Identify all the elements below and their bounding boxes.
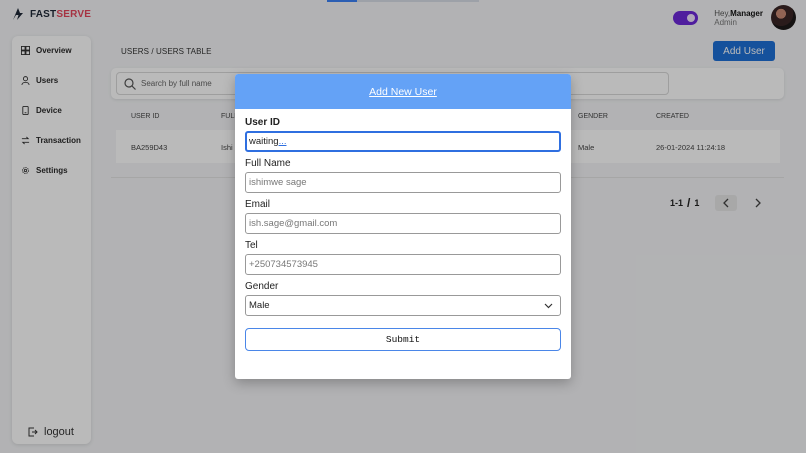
user-id-wrap: waiting... [245,131,561,152]
add-user-modal: Add New User User ID waiting... Full Nam… [235,74,571,379]
full-name-field[interactable] [245,172,561,193]
email-label: Email [245,199,271,210]
submit-button[interactable]: Submit [245,328,561,351]
gender-label: Gender [245,281,279,292]
email-field[interactable] [245,213,561,234]
add-user-form: User ID waiting... Full Name Email Tel G… [235,109,571,351]
full-name-label: Full Name [245,158,291,169]
gender-select[interactable]: Male [245,295,561,316]
modal-header: Add New User [235,74,571,109]
tel-label: Tel [245,240,258,251]
user-id-label: User ID [245,117,281,128]
chevron-down-icon [544,303,553,308]
gender-value: Male [249,300,270,311]
user-id-field[interactable] [245,131,561,152]
modal-title: Add New User [369,85,437,98]
tel-field[interactable] [245,254,561,275]
